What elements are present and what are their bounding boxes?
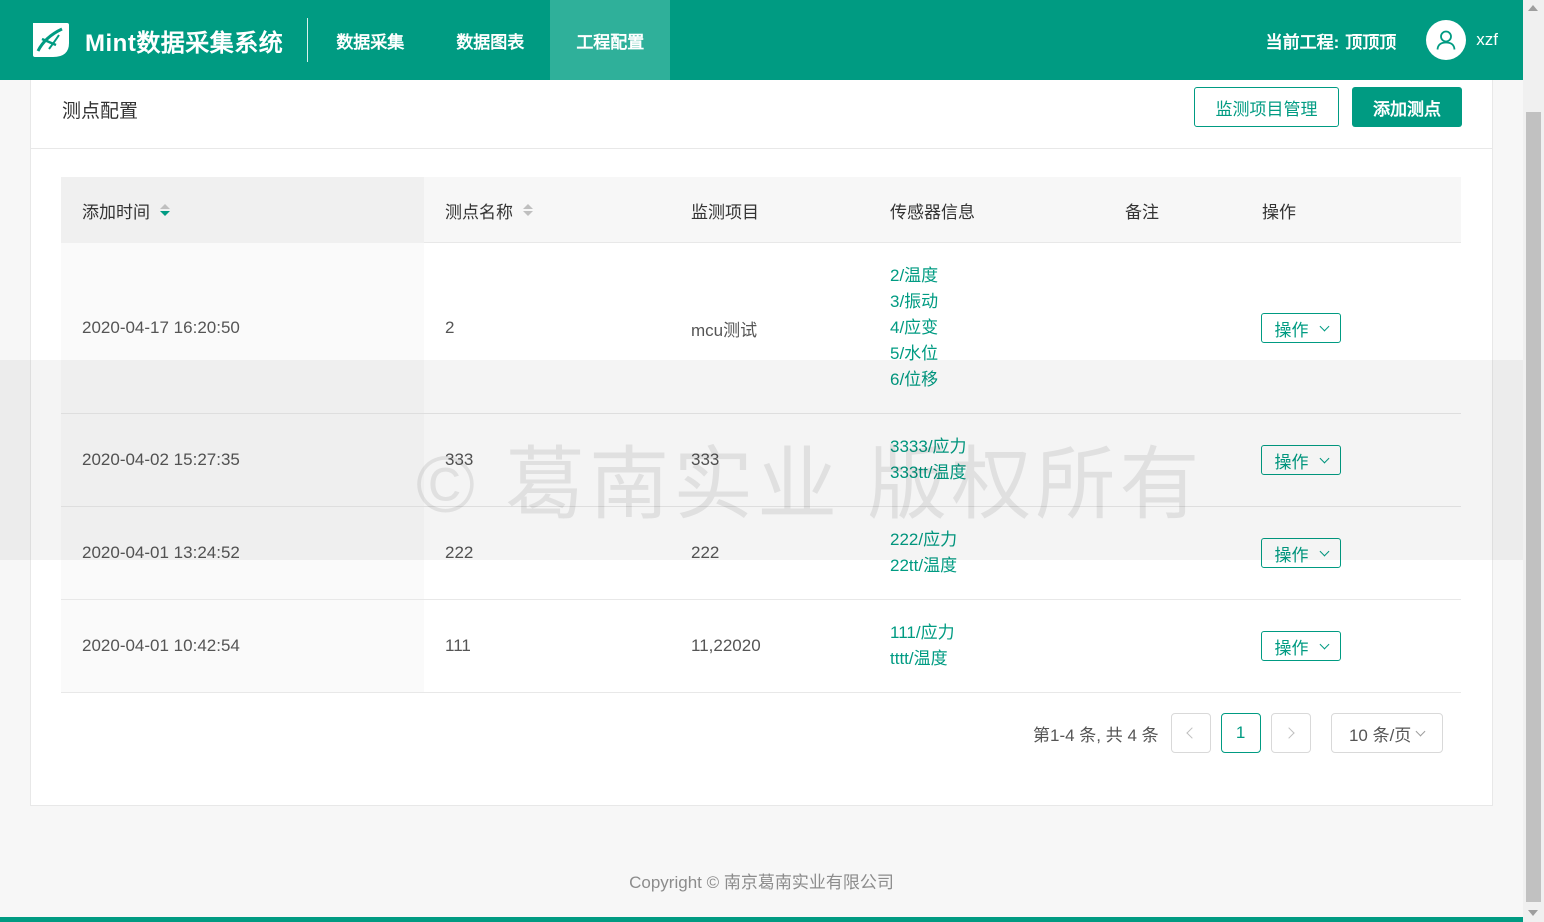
current-project-label: 当前工程: [1265, 32, 1340, 52]
cell-name: 333 [445, 450, 474, 469]
sensor-link[interactable]: 3/振动 [890, 289, 938, 315]
main-nav: 数据采集 数据图表 工程配置 [310, 0, 671, 80]
measure-point-card: 测点配置 监测项目管理 添加测点 添加时间 测点名称 监测项目 传感器信息 备注… [30, 80, 1493, 806]
nav-data-charts[interactable]: 数据图表 [430, 0, 550, 80]
row-action-dropdown[interactable]: 操作 [1261, 445, 1341, 475]
pagination: 第1-4 条, 共 4 条 1 10 条/页 [1033, 713, 1443, 753]
column-header-time[interactable]: 添加时间 [82, 177, 170, 243]
cell-time: 2020-04-02 15:27:35 [82, 450, 240, 469]
sensor-link[interactable]: 4/应变 [890, 315, 938, 341]
row-action-label: 操作 [1274, 638, 1309, 658]
sensor-link[interactable]: tttt/温度 [890, 646, 955, 672]
monitor-project-manage-button[interactable]: 监测项目管理 [1194, 87, 1339, 127]
pagination-total: 第1-4 条, 共 4 条 [1033, 725, 1159, 745]
chevron-left-icon [1186, 727, 1198, 739]
chevron-down-icon [1415, 726, 1426, 736]
nav-project-config[interactable]: 工程配置 [550, 0, 671, 80]
app-title: Mint数据采集系统 [85, 29, 284, 57]
column-header-name[interactable]: 测点名称 [445, 177, 533, 243]
page-size-value: 10 条/页 [1348, 725, 1412, 745]
cell-project: 11,22020 [691, 636, 761, 655]
nav-data-collection[interactable]: 数据采集 [310, 0, 430, 80]
table-row: 2020-04-01 10:42:54 111 11,22020 111/应力 … [61, 600, 1461, 693]
column-header-sensors: 传感器信息 [890, 202, 975, 222]
header-divider [307, 18, 309, 62]
column-header-label: 添加时间 [82, 202, 150, 222]
table-header: 添加时间 测点名称 监测项目 传感器信息 备注 操作 [61, 177, 1461, 243]
cell-sensors: 3333/应力 333tt/温度 [890, 414, 967, 506]
column-header-note: 备注 [1125, 202, 1159, 222]
cell-sensors: 111/应力 tttt/温度 [890, 600, 955, 692]
sensor-link[interactable]: 22tt/温度 [890, 553, 957, 579]
cell-time: 2020-04-01 10:42:54 [82, 636, 240, 655]
vertical-scrollbar[interactable] [1523, 0, 1544, 922]
cell-name: 111 [445, 636, 471, 655]
row-action-label: 操作 [1274, 545, 1309, 565]
row-action-dropdown[interactable]: 操作 [1261, 313, 1341, 343]
chevron-down-icon [1319, 453, 1329, 463]
column-header-project: 监测项目 [691, 202, 759, 222]
measure-point-table: 添加时间 测点名称 监测项目 传感器信息 备注 操作 2020-04-17 16… [61, 177, 1461, 693]
sensor-link[interactable]: 6/位移 [890, 367, 938, 393]
page-size-select[interactable]: 10 条/页 [1330, 713, 1443, 753]
column-header-actions: 操作 [1262, 202, 1296, 222]
header-user-area: 当前工程: 顶顶顶 xzf [1266, 20, 1498, 60]
chevron-down-icon [1319, 321, 1329, 331]
sensor-link[interactable]: 2/温度 [890, 263, 938, 289]
cell-name: 222 [445, 543, 474, 562]
prev-page-button[interactable] [1170, 713, 1211, 753]
scroll-down-arrow-icon[interactable] [1528, 910, 1538, 916]
user-icon [1436, 30, 1456, 50]
row-action-dropdown[interactable]: 操作 [1261, 631, 1341, 661]
table-row: 2020-04-01 13:24:52 222 222 222/应力 22tt/… [61, 507, 1461, 600]
bottom-accent-bar [0, 917, 1523, 922]
chevron-down-icon [1319, 639, 1329, 649]
page-number-button[interactable]: 1 [1220, 713, 1261, 753]
scrollbar-thumb[interactable] [1526, 112, 1541, 902]
column-header-label: 测点名称 [445, 202, 513, 222]
row-action-label: 操作 [1274, 452, 1309, 472]
chevron-down-icon [1319, 546, 1329, 556]
current-project-name[interactable]: 顶顶顶 [1345, 28, 1396, 53]
sensor-link[interactable]: 5/水位 [890, 341, 938, 367]
sort-icon[interactable] [523, 204, 533, 216]
table-row: 2020-04-17 16:20:50 2 mcu测试 2/温度 3/振动 4/… [61, 243, 1461, 414]
scroll-up-arrow-icon[interactable] [1528, 5, 1538, 11]
cell-sensors: 222/应力 22tt/温度 [890, 507, 957, 599]
top-header: Mint数据采集系统 数据采集 数据图表 工程配置 当前工程: 顶顶顶 xzf [0, 0, 1523, 80]
table-row: 2020-04-02 15:27:35 333 333 3333/应力 333t… [61, 414, 1461, 507]
cell-project: 333 [691, 450, 720, 469]
page-title: 测点配置 [62, 101, 139, 122]
sensor-link[interactable]: 111/应力 [890, 620, 955, 646]
sensor-link[interactable]: 333tt/温度 [890, 460, 967, 486]
next-page-button[interactable] [1270, 713, 1311, 753]
cell-sensors: 2/温度 3/振动 4/应变 5/水位 6/位移 [890, 243, 938, 413]
app-logo-icon[interactable] [29, 19, 71, 61]
footer-copyright: Copyright © 南京葛南实业有限公司 [629, 873, 894, 892]
chevron-right-icon [1283, 727, 1295, 739]
card-header: 测点配置 监测项目管理 添加测点 [31, 80, 1492, 149]
sensor-link[interactable]: 222/应力 [890, 527, 957, 553]
cell-time: 2020-04-17 16:20:50 [82, 318, 240, 337]
row-action-label: 操作 [1274, 320, 1309, 340]
username[interactable]: xzf [1476, 30, 1498, 50]
cell-time: 2020-04-01 13:24:52 [82, 543, 240, 562]
cell-name: 2 [445, 318, 455, 337]
sensor-link[interactable]: 3333/应力 [890, 434, 967, 460]
sort-icon[interactable] [160, 204, 170, 216]
cell-project: mcu测试 [691, 320, 758, 340]
add-measure-point-button[interactable]: 添加测点 [1352, 87, 1462, 127]
row-action-dropdown[interactable]: 操作 [1261, 538, 1341, 568]
cell-project: 222 [691, 543, 720, 562]
avatar[interactable] [1426, 20, 1467, 60]
